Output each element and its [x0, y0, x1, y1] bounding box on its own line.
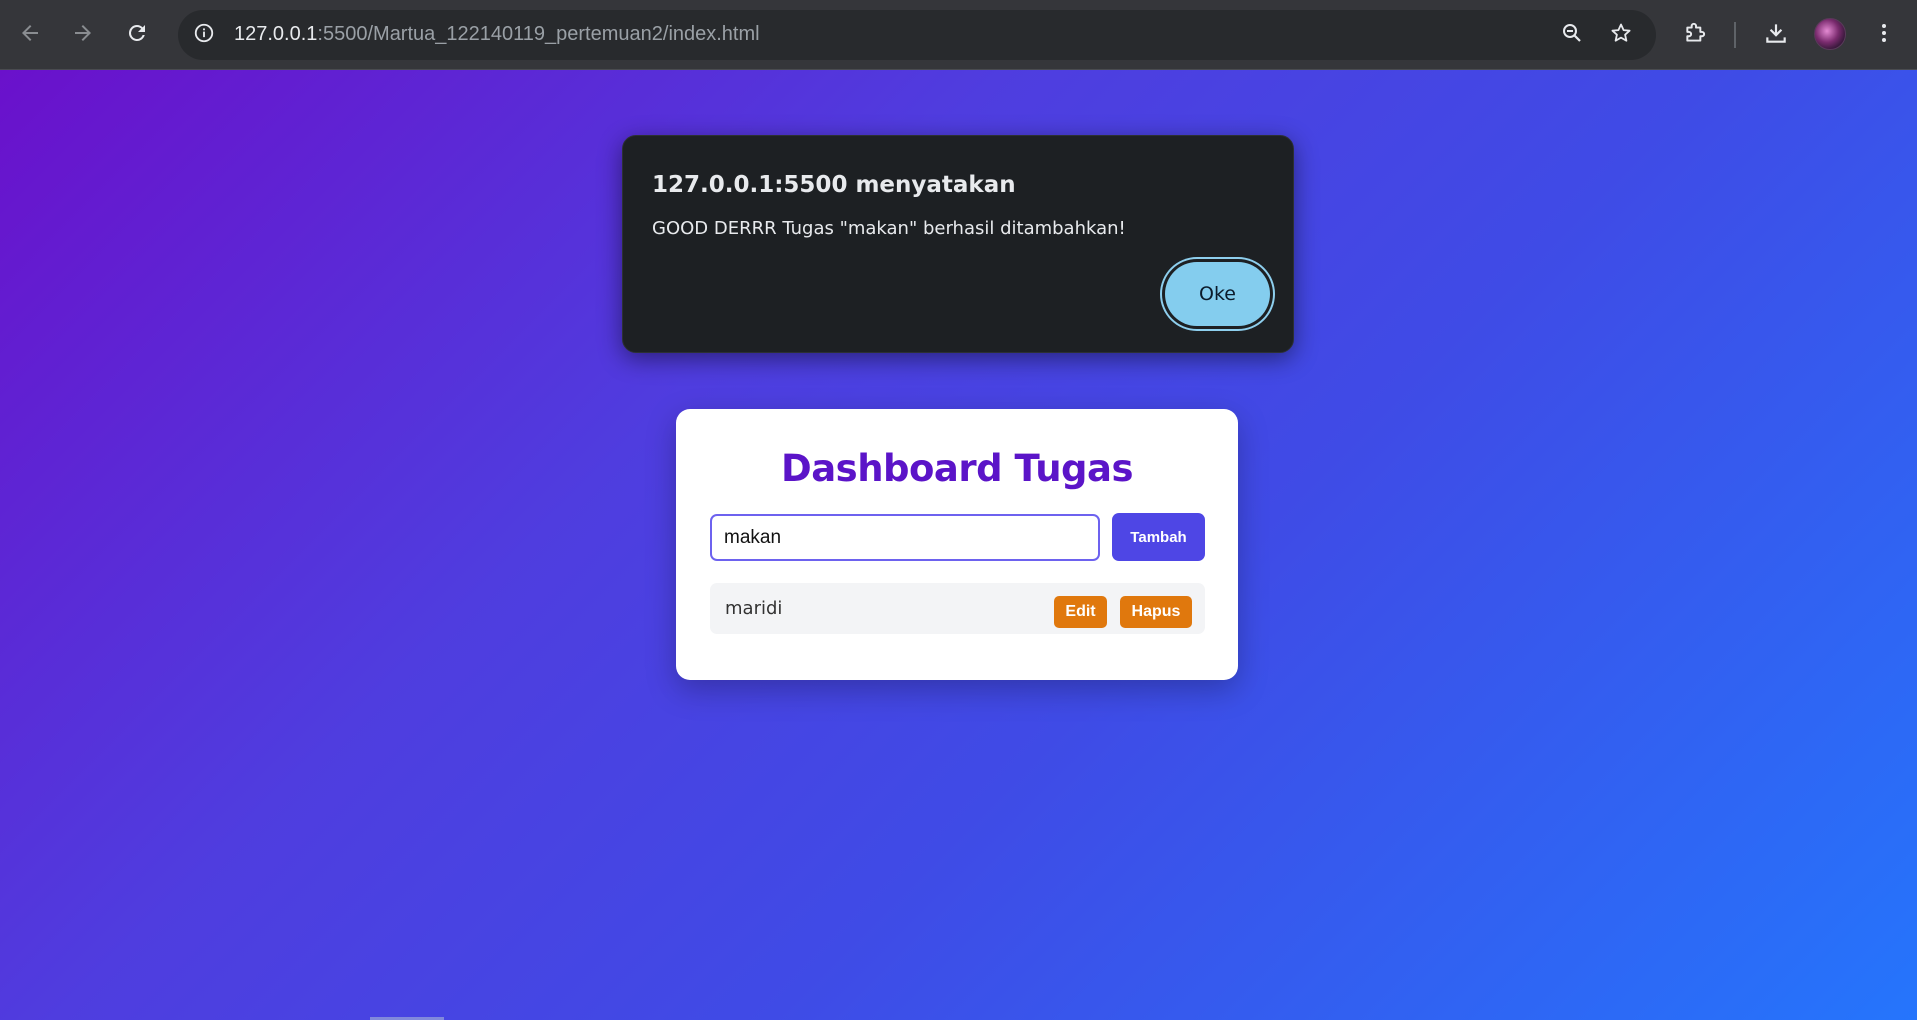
toolbar-divider [1734, 22, 1736, 48]
reload-icon [125, 21, 149, 50]
reload-button[interactable] [119, 17, 155, 53]
star-icon [1609, 21, 1633, 50]
url-text: 127.0.0.1:5500/Martua_122140119_pertemua… [234, 23, 760, 46]
url-host: 127.0.0.1 [234, 23, 318, 45]
ok-button[interactable]: Oke [1165, 262, 1270, 326]
alert-dialog: 127.0.0.1:5500 menyatakan GOOD DERRR Tug… [622, 135, 1294, 353]
menu-button[interactable] [1866, 17, 1902, 53]
arrow-left-icon [18, 21, 42, 50]
info-icon [193, 22, 215, 49]
dialog-title: 127.0.0.1:5500 menyatakan [652, 172, 1016, 198]
zoom-button[interactable] [1557, 20, 1587, 50]
zoom-out-icon [1560, 21, 1584, 50]
kebab-menu-icon [1872, 21, 1896, 50]
profile-avatar[interactable] [1814, 18, 1846, 50]
task-input[interactable] [710, 514, 1100, 561]
address-bar[interactable]: 127.0.0.1:5500/Martua_122140119_pertemua… [178, 10, 1656, 60]
arrow-right-icon [71, 21, 95, 50]
edit-button[interactable]: Edit [1054, 596, 1107, 628]
back-button[interactable] [12, 17, 48, 53]
url-path: :5500/Martua_122140119_pertemuan2/index.… [317, 23, 760, 45]
page-viewport: Dashboard Tugas Tambah maridi Edit Hapus… [0, 70, 1917, 1020]
bookmark-button[interactable] [1606, 20, 1636, 50]
task-dashboard-card: Dashboard Tugas Tambah maridi Edit Hapus [676, 409, 1238, 680]
delete-button[interactable]: Hapus [1120, 596, 1192, 628]
extensions-button[interactable] [1678, 17, 1714, 53]
dialog-message: GOOD DERRR Tugas "makan" berhasil ditamb… [652, 218, 1126, 239]
forward-button[interactable] [65, 17, 101, 53]
list-item: maridi Edit Hapus [710, 583, 1205, 634]
task-text: maridi [725, 598, 783, 619]
download-icon [1763, 20, 1789, 51]
page-title: Dashboard Tugas [780, 447, 1134, 490]
add-task-button[interactable]: Tambah [1112, 513, 1205, 561]
site-info-button[interactable] [190, 21, 218, 49]
downloads-button[interactable] [1758, 17, 1794, 53]
puzzle-icon [1683, 20, 1709, 51]
browser-toolbar: 127.0.0.1:5500/Martua_122140119_pertemua… [0, 0, 1917, 70]
